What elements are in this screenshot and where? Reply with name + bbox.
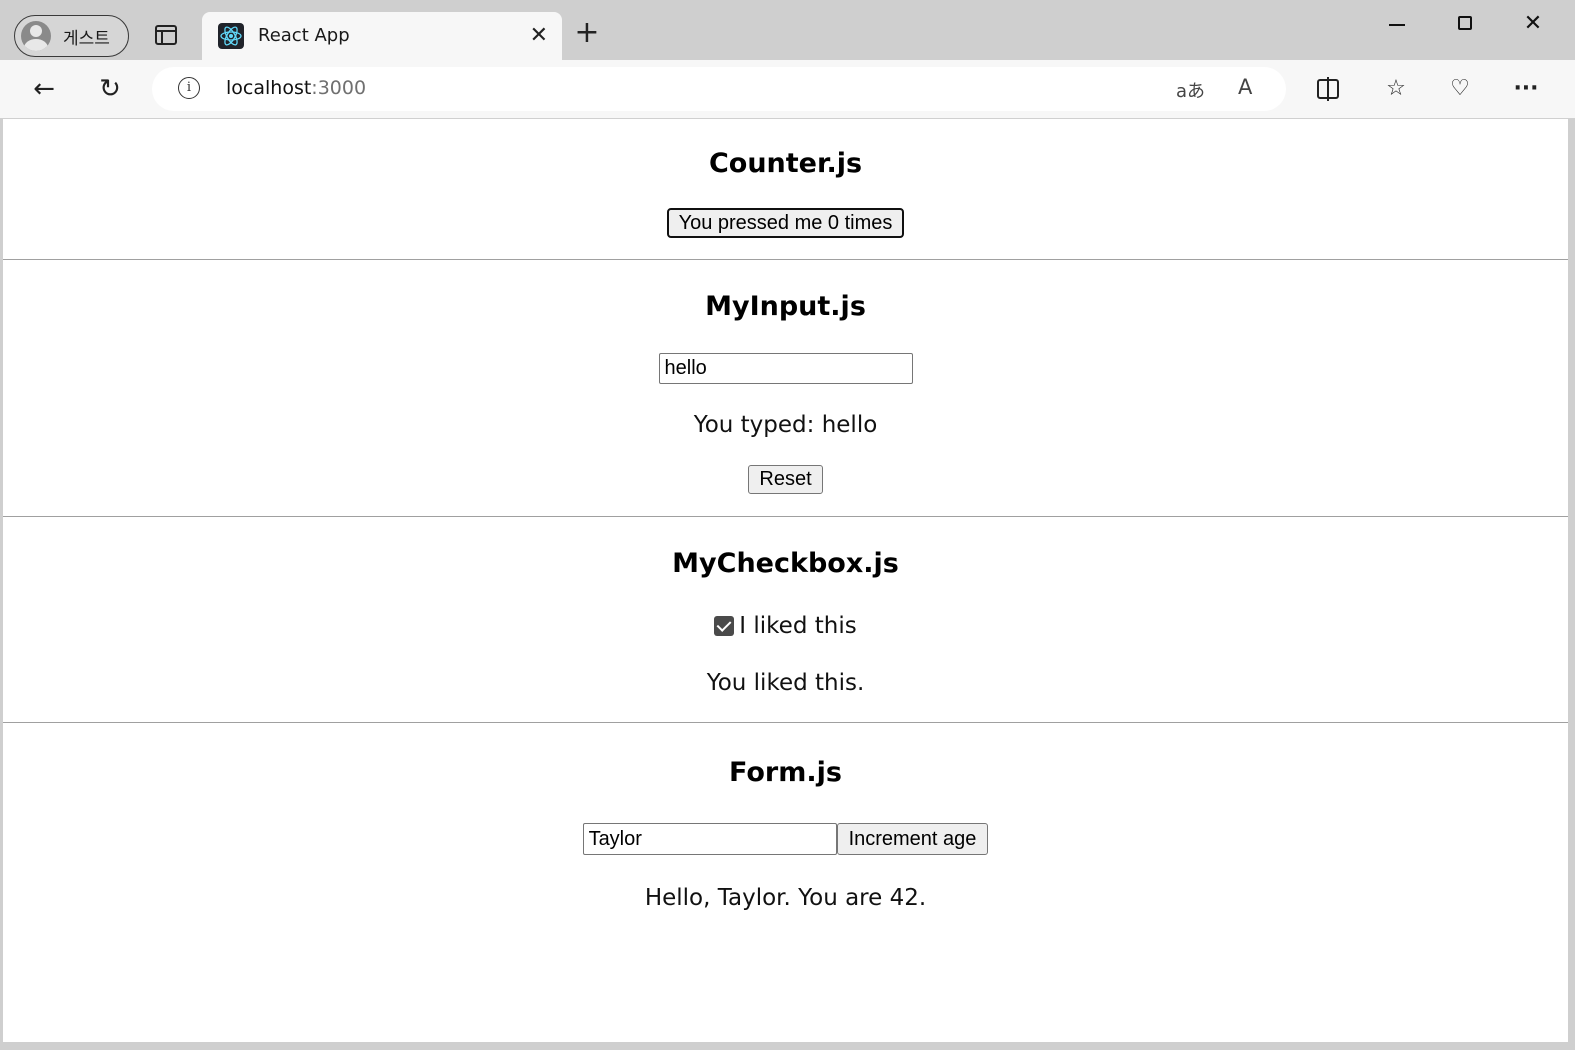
my-input-field[interactable] — [658, 353, 913, 384]
browser-navbar: ← ↻ i localhost:3000 aあ A ☆ ♡ ··· — [0, 60, 1575, 119]
maximize-button[interactable] — [1445, 8, 1485, 40]
address-bar[interactable]: i localhost:3000 aあ A — [152, 67, 1286, 111]
back-button[interactable]: ← — [24, 70, 64, 108]
url-host: localhost — [226, 77, 312, 99]
form-heading: Form.js — [729, 757, 842, 788]
url-port: :3000 — [311, 77, 367, 99]
minimize-button[interactable] — [1377, 8, 1417, 40]
read-aloud-icon[interactable]: A — [1238, 75, 1252, 99]
liked-checkbox[interactable] — [714, 616, 735, 636]
browser-titlebar: 게스트 React App ✕ + ✕ — [0, 0, 1575, 60]
translate-icon[interactable]: aあ — [1176, 77, 1205, 103]
page-viewport: Counter.js You pressed me 0 times MyInpu… — [3, 119, 1568, 1042]
more-options-icon[interactable]: ··· — [1510, 74, 1542, 104]
counter-button[interactable]: You pressed me 0 times — [666, 208, 905, 238]
guest-avatar-icon — [21, 21, 51, 51]
reset-button[interactable]: Reset — [748, 465, 823, 494]
tab-react-app[interactable]: React App ✕ — [202, 12, 562, 60]
my-checkbox-heading: MyCheckbox.js — [672, 548, 899, 579]
favorites-icon[interactable]: ☆ — [1380, 74, 1412, 104]
react-logo-icon — [218, 23, 244, 49]
tab-close-icon[interactable]: ✕ — [530, 22, 548, 50]
liked-status-text: You liked this. — [706, 670, 865, 696]
increment-age-button[interactable]: Increment age — [836, 823, 989, 855]
my-input-heading: MyInput.js — [705, 291, 866, 322]
typed-text: You typed: hello — [693, 412, 878, 438]
liked-checkbox-row[interactable]: I liked this — [714, 613, 857, 639]
url-text: localhost:3000 — [226, 77, 366, 99]
new-tab-button[interactable]: + — [572, 18, 602, 48]
my-checkbox-section: MyCheckbox.js I liked this You liked thi… — [3, 517, 1568, 723]
tab-actions-icon[interactable] — [155, 25, 177, 45]
reload-button[interactable]: ↻ — [90, 70, 130, 108]
my-input-section: MyInput.js You typed: hello Reset — [3, 260, 1568, 517]
name-input[interactable] — [582, 823, 837, 855]
guest-profile-button[interactable]: 게스트 — [14, 15, 129, 57]
profile-label: 게스트 — [63, 28, 110, 49]
browser-essentials-icon[interactable]: ♡ — [1444, 74, 1476, 104]
greeting-text: Hello, Taylor. You are 42. — [644, 885, 927, 911]
window-close-button[interactable]: ✕ — [1513, 8, 1553, 40]
form-row: Increment age — [582, 823, 989, 855]
tab-title: React App — [258, 25, 350, 46]
liked-checkbox-label: I liked this — [739, 613, 857, 639]
form-section: Form.js Increment age Hello, Taylor. You… — [3, 723, 1568, 911]
site-info-icon[interactable]: i — [178, 77, 200, 99]
counter-heading: Counter.js — [708, 148, 863, 179]
counter-section: Counter.js You pressed me 0 times — [3, 119, 1568, 260]
split-screen-icon[interactable] — [1312, 74, 1344, 104]
